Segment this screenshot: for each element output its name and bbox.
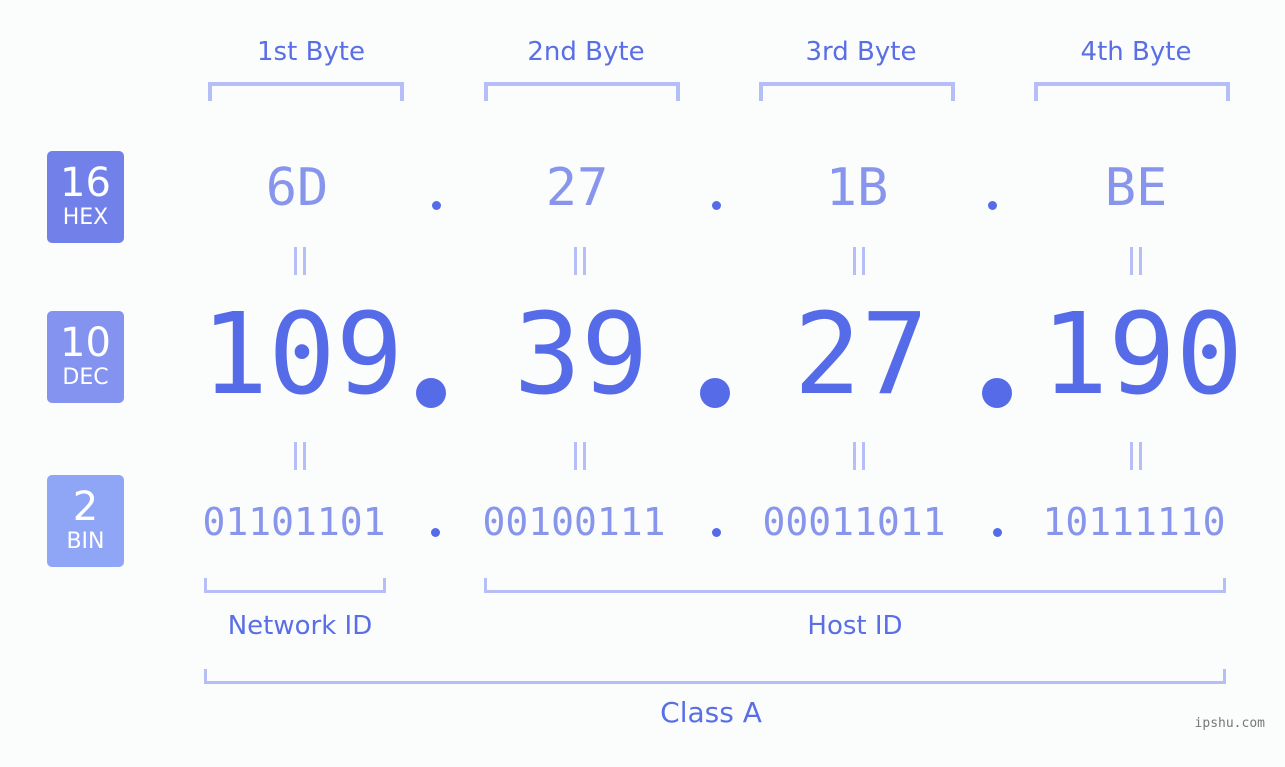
bin-value-2: 00100111	[482, 500, 666, 544]
bin-base-label: BIN	[66, 529, 105, 554]
hex-dot-1	[432, 201, 441, 210]
equals-icon	[572, 442, 588, 470]
equals-icon	[292, 442, 308, 470]
equals-icon	[292, 247, 308, 275]
hex-value-4: BE	[1104, 158, 1168, 218]
hex-base-label: HEX	[62, 205, 109, 230]
dec-dot-2	[700, 378, 730, 408]
bin-dot-1	[431, 528, 440, 537]
dec-dot-3	[982, 378, 1012, 408]
dec-base-label: DEC	[62, 365, 109, 390]
network-id-bracket	[204, 578, 386, 593]
dec-dot-1	[416, 378, 446, 408]
class-label: Class A	[660, 696, 762, 729]
byte-header-4: 4th Byte	[1080, 37, 1192, 67]
byte-bracket-3	[759, 82, 955, 101]
bin-badge: 2 BIN	[47, 475, 124, 567]
bin-dot-3	[993, 528, 1002, 537]
watermark: ipshu.com	[1194, 716, 1265, 731]
byte-bracket-4	[1034, 82, 1230, 101]
dec-value-4: 190	[1040, 290, 1244, 420]
byte-header-1: 1st Byte	[257, 37, 365, 67]
hex-dot-2	[712, 201, 721, 210]
byte-bracket-2	[484, 82, 680, 101]
equals-icon	[1128, 247, 1144, 275]
byte-header-2: 2nd Byte	[527, 37, 645, 67]
dec-badge: 10 DEC	[47, 311, 124, 403]
hex-value-3: 1B	[825, 158, 889, 218]
hex-badge: 16 HEX	[47, 151, 124, 243]
dec-value-2: 39	[513, 290, 649, 420]
bin-base-number: 2	[72, 484, 99, 530]
bin-value-3: 00011011	[762, 500, 946, 544]
equals-icon	[851, 247, 867, 275]
hex-base-number: 16	[60, 160, 111, 206]
bin-dot-2	[712, 528, 721, 537]
equals-icon	[572, 247, 588, 275]
dec-base-number: 10	[60, 320, 111, 366]
bin-value-1: 01101101	[202, 500, 386, 544]
dec-value-3: 27	[793, 290, 929, 420]
network-id-label: Network ID	[227, 611, 373, 641]
host-id-bracket	[484, 578, 1226, 593]
hex-value-2: 27	[545, 158, 609, 218]
equals-icon	[1128, 442, 1144, 470]
dec-value-1: 109	[200, 290, 404, 420]
byte-bracket-1	[208, 82, 404, 101]
equals-icon	[851, 442, 867, 470]
host-id-label: Host ID	[807, 611, 903, 641]
class-bracket	[204, 669, 1226, 684]
hex-value-1: 6D	[265, 158, 329, 218]
hex-dot-3	[988, 201, 997, 210]
byte-header-3: 3rd Byte	[805, 37, 917, 67]
bin-value-4: 10111110	[1042, 500, 1226, 544]
